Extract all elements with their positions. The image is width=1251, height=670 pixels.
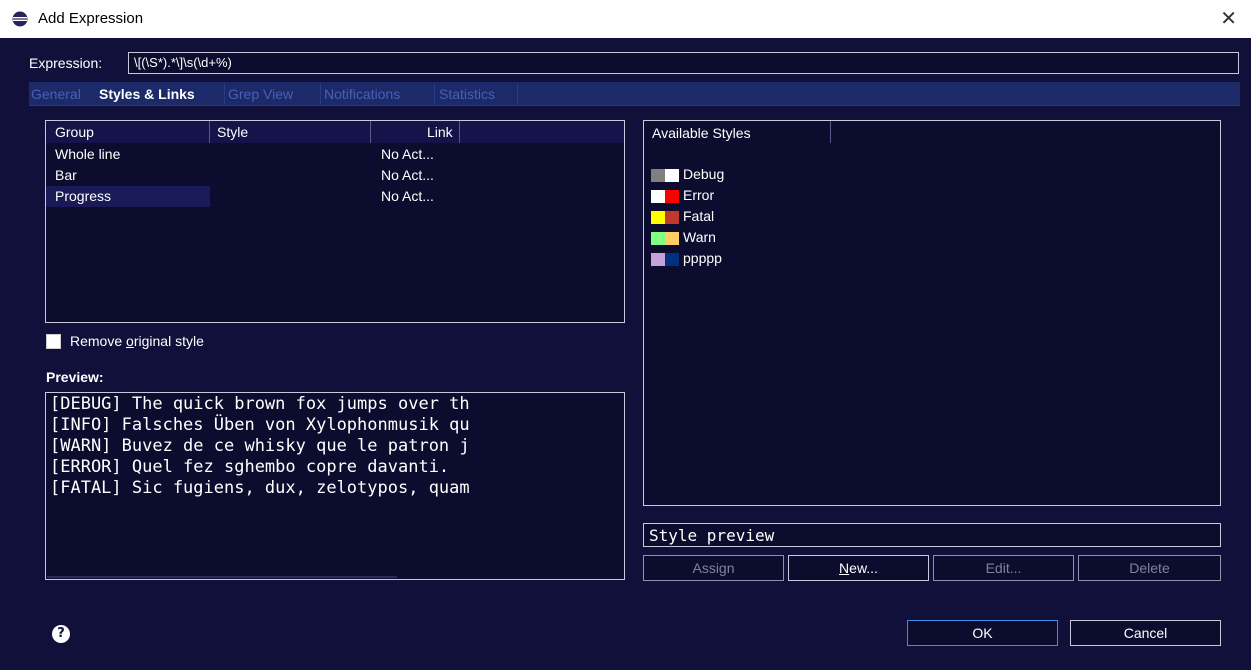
tab-divider bbox=[517, 84, 518, 104]
style-name: ppppp bbox=[683, 250, 722, 266]
row-group-cell: Whole line bbox=[55, 146, 121, 162]
preview-line: [WARN] Buvez de ce whisky que le patron … bbox=[50, 436, 470, 456]
window-title: Add Expression bbox=[38, 10, 144, 27]
style-name: Debug bbox=[683, 166, 725, 182]
style-swatch-fg bbox=[651, 211, 665, 224]
preview-line: [ERROR] Quel fez sghembo copre davanti. bbox=[50, 457, 450, 477]
style-name: Warn bbox=[683, 229, 716, 245]
remove-original-style-checkbox[interactable] bbox=[46, 334, 61, 349]
preview-line: [FATAL] Sic fugiens, dux, zelotypos, qua… bbox=[50, 478, 470, 498]
style-swatch-fg bbox=[651, 253, 665, 266]
style-swatch-fg bbox=[651, 190, 665, 203]
assign-button[interactable]: Assign bbox=[643, 555, 784, 581]
edit-style-button[interactable]: Edit... bbox=[933, 555, 1074, 581]
available-styles-header[interactable]: Available Styles bbox=[652, 125, 751, 141]
expression-input[interactable]: \[(\S*).*\]\s(\d+%) bbox=[128, 52, 1239, 74]
style-swatch-bg bbox=[665, 232, 679, 245]
eclipse-app-icon bbox=[12, 11, 28, 27]
style-preview: Style preview bbox=[643, 523, 1221, 547]
title-bar: Add Expression ✕ bbox=[0, 0, 1251, 38]
style-swatch-fg bbox=[651, 169, 665, 182]
column-separator[interactable] bbox=[209, 121, 210, 143]
tab-notifications[interactable]: Notifications bbox=[324, 86, 400, 102]
cancel-button[interactable]: Cancel bbox=[1070, 620, 1221, 646]
tab-grep-view[interactable]: Grep View bbox=[228, 86, 293, 102]
tab-bar: General Styles & Links Grep View Notific… bbox=[29, 82, 1240, 106]
tab-divider bbox=[224, 84, 225, 104]
tab-statistics[interactable]: Statistics bbox=[439, 86, 495, 102]
column-header-group[interactable]: Group bbox=[55, 124, 94, 140]
expression-label: Expression: bbox=[29, 55, 103, 71]
style-name: Fatal bbox=[683, 208, 715, 224]
column-header-style[interactable]: Style bbox=[217, 124, 248, 140]
table-row[interactable]: Whole line No Act... bbox=[46, 144, 624, 165]
style-swatch-fg bbox=[651, 232, 665, 245]
column-separator[interactable] bbox=[459, 121, 460, 143]
new-style-button[interactable]: New... bbox=[788, 555, 929, 581]
preview-text-area[interactable]: [DEBUG] The quick brown fox jumps over t… bbox=[45, 392, 625, 580]
tab-general[interactable]: General bbox=[31, 86, 81, 102]
ok-button[interactable]: OK bbox=[907, 620, 1058, 646]
help-icon[interactable]: ? bbox=[52, 625, 70, 643]
close-icon[interactable]: ✕ bbox=[1220, 6, 1237, 30]
preview-line: [DEBUG] The quick brown fox jumps over t… bbox=[50, 394, 470, 414]
delete-style-button[interactable]: Delete bbox=[1078, 555, 1221, 581]
group-table[interactable]: Group Style Link Whole line No Act... Ba… bbox=[45, 120, 625, 323]
column-separator[interactable] bbox=[830, 121, 831, 143]
available-styles-list[interactable]: Available Styles Debug Error Fatal Warn … bbox=[643, 120, 1221, 506]
row-group-cell: Bar bbox=[55, 167, 77, 183]
style-swatch-bg bbox=[665, 190, 679, 203]
table-row[interactable]: Bar No Act... bbox=[46, 165, 624, 186]
preview-line: [INFO] Falsches Üben von Xylophonmusik q… bbox=[50, 415, 470, 435]
horizontal-scrollbar[interactable] bbox=[47, 576, 397, 578]
row-group-cell: Progress bbox=[55, 188, 112, 204]
column-separator[interactable] bbox=[370, 121, 371, 143]
tab-divider bbox=[434, 84, 435, 104]
add-expression-dialog: Expression: \[(\S*).*\]\s(\d+%) General … bbox=[0, 38, 1251, 670]
table-row-selected[interactable]: Progress No Act... bbox=[46, 186, 624, 207]
style-name: Error bbox=[683, 187, 715, 203]
style-swatch-bg bbox=[665, 253, 679, 266]
tab-divider bbox=[320, 84, 321, 104]
group-table-header: Group Style Link bbox=[46, 121, 624, 143]
style-swatch-bg bbox=[665, 169, 679, 182]
row-link-cell: No Act... bbox=[381, 167, 434, 183]
row-link-cell: No Act... bbox=[381, 146, 434, 162]
style-swatch-bg bbox=[665, 211, 679, 224]
remove-original-style-label[interactable]: Remove original style bbox=[70, 333, 204, 349]
preview-label: Preview: bbox=[46, 369, 104, 385]
column-header-link[interactable]: Link bbox=[427, 124, 453, 140]
tab-styles-links[interactable]: Styles & Links bbox=[99, 86, 195, 102]
row-link-cell: No Act... bbox=[381, 188, 434, 204]
